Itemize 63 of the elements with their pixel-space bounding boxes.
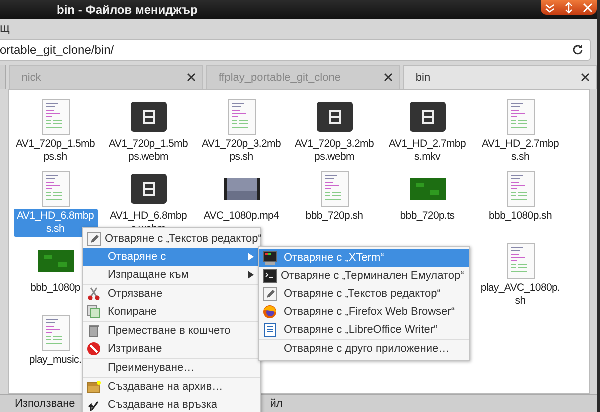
video-thumbnail[interactable] [224,178,260,200]
image-thumbnail[interactable] [410,178,446,200]
terminal-icon [263,269,277,283]
file-name[interactable]: AV1_720p_1.5mbps.webm [106,137,190,165]
file-name[interactable]: AV1_720p_1.5mbps.sh [14,137,98,165]
file-name[interactable]: AV1_720p_3.2mbps.webm [292,137,376,165]
file-name[interactable]: bbb_1080p.sh [478,209,562,224]
address-field[interactable]: ortable_git_clone/bin/ [0,39,591,61]
no-entry-icon [87,342,101,356]
menu-item[interactable]: Преименуване… [83,359,260,377]
trash-icon [87,324,101,338]
close-icon[interactable] [186,73,196,82]
pencil-icon [87,232,101,246]
pencil-icon [263,287,277,301]
file-name[interactable]: AVC_1080p.mp4 [200,209,284,224]
box-icon [87,380,101,394]
menu-item[interactable]: Отваряне с друго приложение… [259,340,469,358]
text-file-icon[interactable] [42,99,70,135]
submenu-arrow-icon [248,271,254,279]
menu-item[interactable]: щ [0,21,10,35]
film-icon[interactable] [410,102,446,132]
text-file-icon[interactable] [506,99,534,135]
text-file-icon[interactable] [228,99,256,135]
close-icon[interactable] [384,73,393,82]
menu-item[interactable]: Изпращане към [83,266,260,284]
menu-item[interactable]: Преместване в кошчето [83,322,260,340]
film-icon[interactable] [130,174,166,204]
status-text: Използване [15,398,76,410]
reload-icon [572,44,584,56]
file-name[interactable]: AV1_720p_3.2mbps.sh [200,137,284,165]
menu-item[interactable]: Отваряне с „Текстов редактор“ [259,285,469,303]
copy-icon [87,305,101,319]
file-name[interactable]: AV1_HD_2.7mbps.mkv [386,137,470,165]
file-name[interactable]: AV1_HD_2.7mbps.sh [478,137,562,165]
status-text: йл [270,398,283,410]
tab[interactable]: bin [402,65,598,89]
file-name[interactable]: bbb_720p.sh [292,209,376,224]
menu-item[interactable]: Изтриване [83,340,260,358]
globe-icon [263,305,277,319]
text-file-icon[interactable] [506,243,534,279]
window-title: bin - Файлов мениджър [57,2,198,16]
menu-item[interactable]: Отваряне с „Терминален Емулатор“ [259,267,469,285]
text-file-icon[interactable] [320,171,348,207]
menu-item[interactable]: Отваряне с „LibreOffice Writer“ [259,321,469,339]
menu-item[interactable]: Създаване на архив… [83,378,260,396]
submenu-arrow-icon [248,253,254,261]
film-icon[interactable] [130,102,166,132]
image-thumbnail[interactable] [38,250,74,272]
document-icon [263,323,277,337]
scissors-icon [87,287,101,301]
menu-item[interactable]: Отрязване [83,285,260,303]
monitor-icon [263,251,277,265]
text-file-icon[interactable] [506,171,534,207]
text-file-icon[interactable] [42,315,70,351]
film-icon[interactable] [316,102,352,132]
menu-item[interactable]: Създаване на връзка [83,396,260,412]
close-icon[interactable] [580,2,595,14]
text-file-icon[interactable] [42,171,70,207]
file-name[interactable]: play_AVC_1080p.sh [478,281,562,309]
close-icon[interactable] [581,73,590,82]
menu-item[interactable]: Отваряне с „Firefox Web Browser“ [259,303,469,321]
menu-item[interactable]: Копиране [83,303,260,321]
file-name[interactable]: bbb_720p.ts [386,209,470,224]
